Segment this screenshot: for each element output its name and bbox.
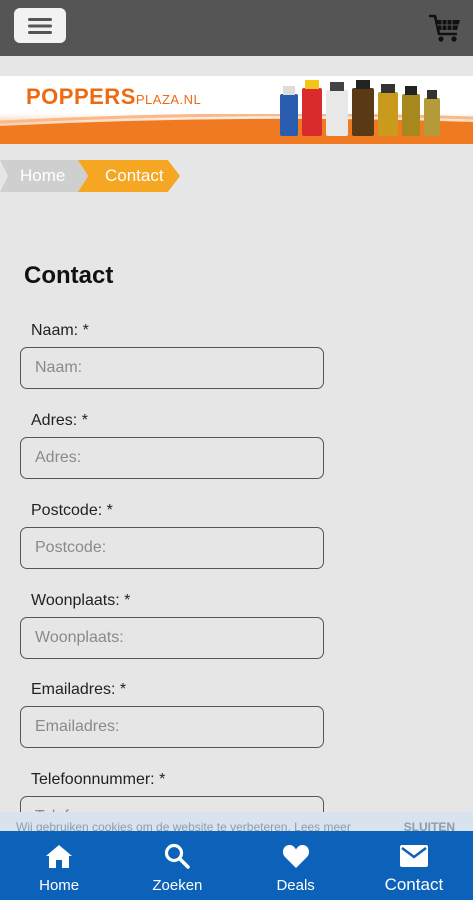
breadcrumb: Home Contact xyxy=(0,160,473,192)
address-field[interactable] xyxy=(20,437,324,479)
phone-label: Telefoonnummer: * xyxy=(31,771,166,788)
search-icon xyxy=(165,843,191,869)
hamburger-icon xyxy=(28,17,52,34)
top-bar xyxy=(0,0,473,56)
postcode-label: Postcode: * xyxy=(31,502,113,519)
city-label: Woonplaats: * xyxy=(31,592,131,609)
logo-small: PLAZA.NL xyxy=(135,92,202,107)
home-icon xyxy=(46,845,73,868)
heart-icon xyxy=(282,845,309,868)
product-bottles-image xyxy=(280,80,440,136)
nav-item-home[interactable]: Home xyxy=(0,831,118,900)
nav-label-home: Home xyxy=(39,877,80,894)
name-label: Naam: * xyxy=(31,322,89,339)
nav-item-deals[interactable]: Deals xyxy=(237,831,355,900)
shopping-cart-icon[interactable] xyxy=(427,10,463,46)
name-field[interactable] xyxy=(20,347,324,389)
postcode-field[interactable] xyxy=(20,527,324,569)
email-field[interactable] xyxy=(20,706,324,748)
cookie-banner: Wij gebruiken cookies om de website te v… xyxy=(0,812,473,832)
nav-label-contact: Contact xyxy=(384,875,444,894)
breadcrumb-current: Contact xyxy=(78,160,180,192)
site-banner[interactable]: POPPERSPLAZA.NL xyxy=(0,76,473,144)
page-title: Contact xyxy=(24,262,114,289)
bottom-nav: Home Zoeken Deals Contact xyxy=(0,831,473,900)
email-label: Emailadres: * xyxy=(31,681,127,698)
logo-main: POPPERS xyxy=(26,84,136,109)
nav-item-search[interactable]: Zoeken xyxy=(118,831,236,900)
mail-icon xyxy=(399,845,428,867)
nav-item-contact[interactable]: Contact xyxy=(355,831,473,900)
address-label: Adres: * xyxy=(31,412,88,429)
city-field[interactable] xyxy=(20,617,324,659)
menu-button[interactable] xyxy=(14,8,66,43)
site-logo: POPPERSPLAZA.NL xyxy=(26,84,201,110)
nav-label-search: Zoeken xyxy=(152,877,203,894)
nav-label-deals: Deals xyxy=(276,877,315,894)
